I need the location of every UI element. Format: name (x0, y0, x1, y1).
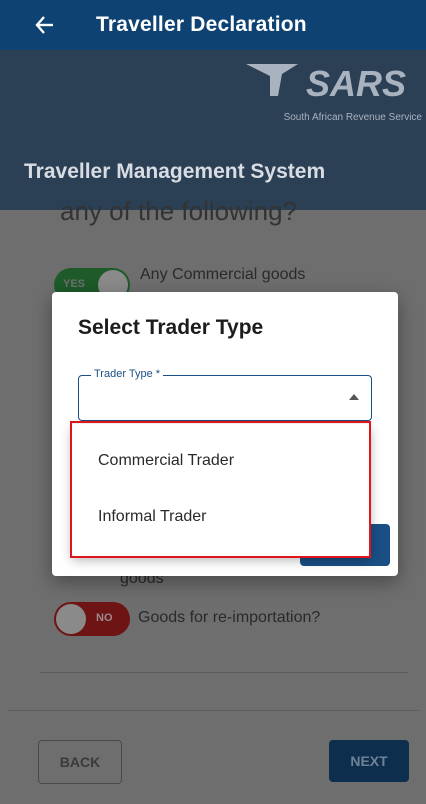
commercial-goods-label: Any Commercial goods (140, 266, 306, 283)
app-bar: Traveller Declaration (0, 0, 426, 50)
chevron-up-icon[interactable] (349, 394, 359, 400)
sars-tagline: South African Revenue Service (283, 112, 422, 123)
sars-header: SARS South African Revenue Service Trave… (0, 50, 426, 210)
toggle-knob (56, 604, 86, 634)
footer-divider (8, 710, 420, 711)
sars-logo: SARS (234, 58, 414, 106)
next-button[interactable]: NEXT (329, 740, 409, 782)
app-bar-title: Traveller Declaration (96, 13, 307, 36)
screen: Traveller Declaration SARS South African… (0, 0, 426, 804)
toggle-no-label: NO (96, 612, 113, 624)
back-button[interactable]: BACK (38, 740, 122, 784)
section-divider (40, 672, 408, 673)
sars-logo-text: SARS (306, 63, 406, 104)
dialog-title: Select Trader Type (78, 316, 264, 339)
reimportation-toggle[interactable]: NO (54, 602, 130, 636)
trader-type-select[interactable]: Trader Type * (78, 368, 372, 421)
back-arrow-icon[interactable] (34, 14, 56, 36)
reimportation-label: Goods for re-importation? (138, 609, 321, 626)
question-heading: any of the following? (60, 196, 298, 226)
highlight-box (70, 421, 371, 558)
trader-type-label: Trader Type * (91, 368, 164, 380)
toggle-yes-label: YES (63, 278, 86, 290)
system-title: Traveller Management System (24, 160, 326, 183)
